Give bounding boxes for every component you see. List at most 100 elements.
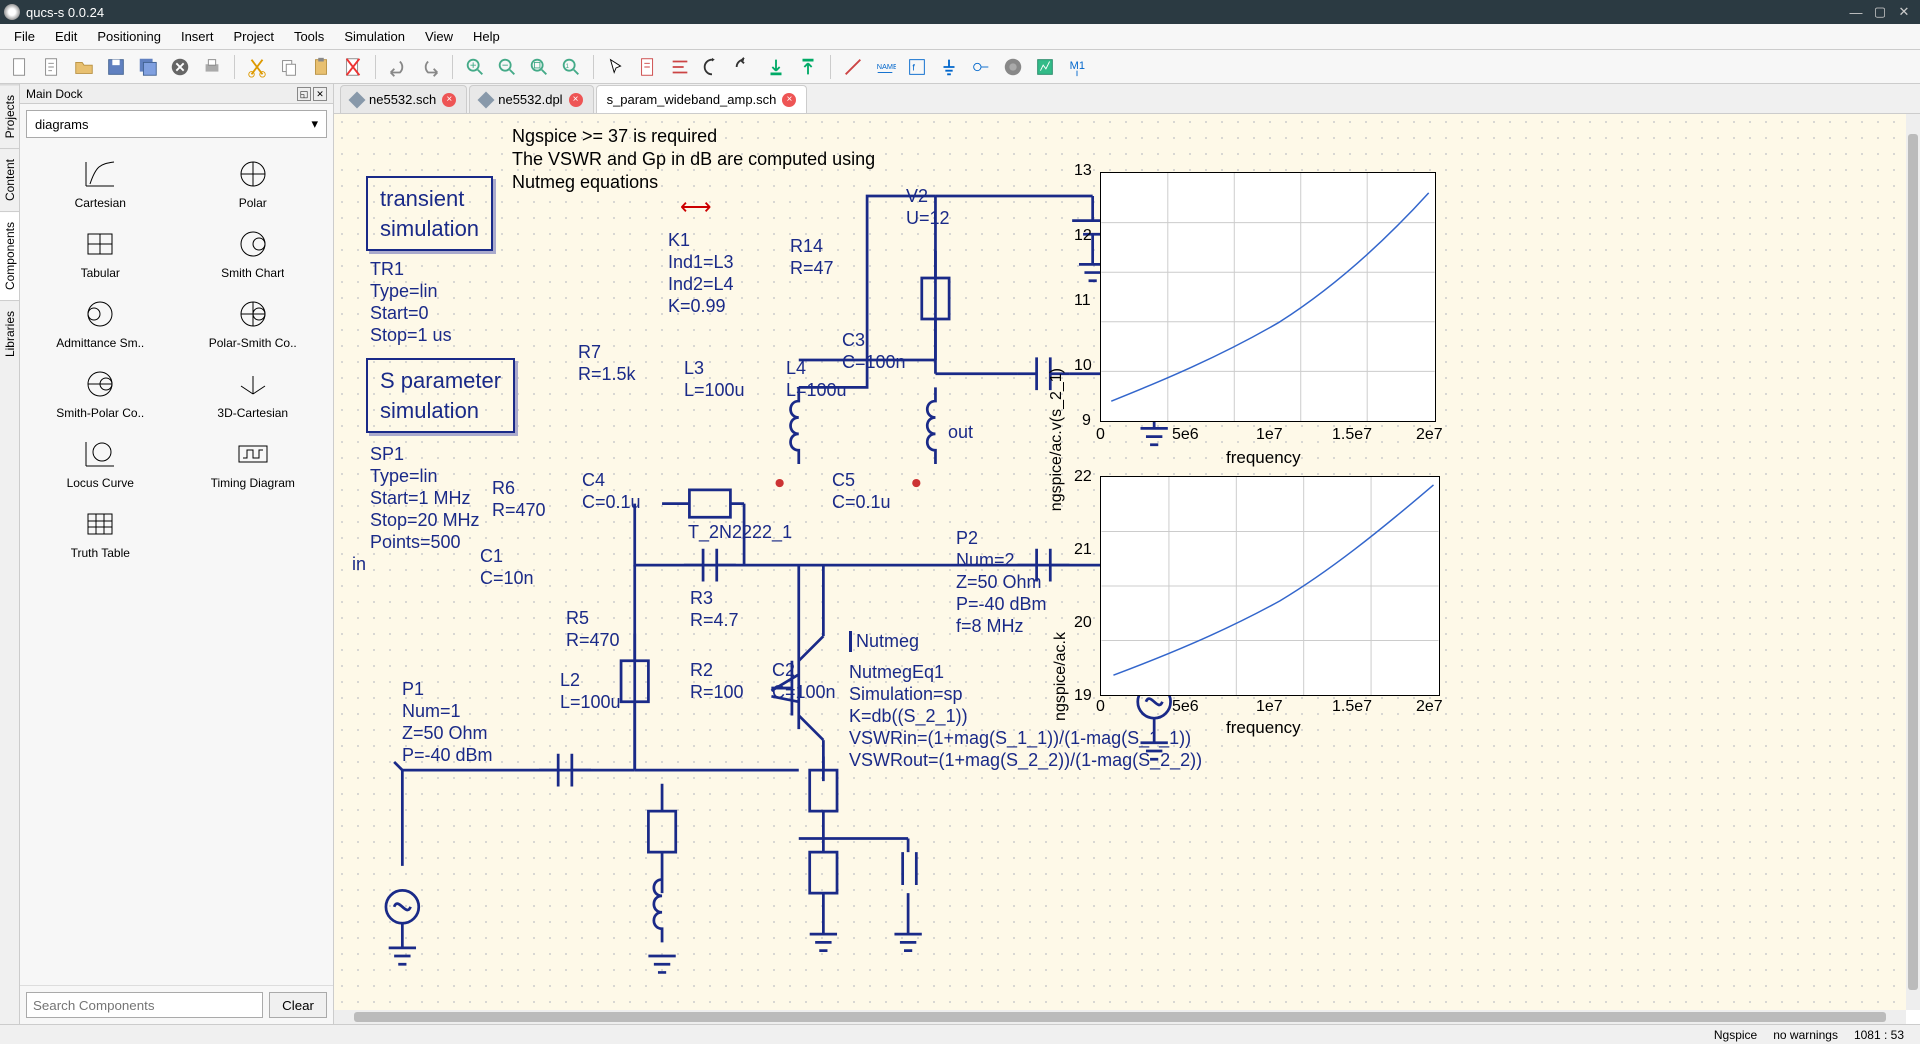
save-button[interactable]	[102, 53, 130, 81]
comp-locus[interactable]: Locus Curve	[26, 430, 175, 496]
plot-top[interactable]	[1100, 172, 1436, 422]
side-tabs: Projects Content Components Libraries	[0, 84, 20, 1024]
tab-close-icon[interactable]: ×	[569, 93, 583, 107]
rotate-button[interactable]	[730, 53, 758, 81]
app-icon	[4, 4, 20, 20]
redo-button[interactable]	[416, 53, 444, 81]
comp-truth[interactable]: Truth Table	[26, 500, 175, 566]
main-dock: Main Dock ◱ ✕ diagrams ▾ Cartesian Polar…	[20, 84, 334, 1024]
dock-search-bar: Clear	[20, 985, 333, 1024]
wire-label-button[interactable]: NAME	[871, 53, 899, 81]
menu-edit[interactable]: Edit	[45, 26, 87, 47]
menu-project[interactable]: Project	[223, 26, 283, 47]
close-button[interactable]: ✕	[1892, 2, 1916, 22]
insert-port-button[interactable]	[967, 53, 995, 81]
menu-help[interactable]: Help	[463, 26, 510, 47]
zoom-out-button[interactable]	[493, 53, 521, 81]
tab-bar: ne5532.sch× ne5532.dpl× s_param_wideband…	[334, 84, 1920, 114]
menu-view[interactable]: View	[415, 26, 463, 47]
marker-button[interactable]: M1	[1063, 53, 1091, 81]
paste-button[interactable]	[307, 53, 335, 81]
wire-tool-button[interactable]	[839, 53, 867, 81]
menu-insert[interactable]: Insert	[171, 26, 224, 47]
status-bar: Ngspice no warnings 1081 : 53	[0, 1024, 1920, 1044]
dock-float-button[interactable]: ◱	[297, 87, 311, 101]
plot-bottom[interactable]	[1100, 476, 1440, 696]
tab-ne5532-dpl[interactable]: ne5532.dpl×	[469, 85, 593, 113]
horizontal-scrollbar[interactable]	[334, 1010, 1906, 1024]
search-input[interactable]	[26, 992, 263, 1018]
doc-icon	[478, 91, 495, 108]
schematic-canvas[interactable]: Ngspice >= 37 is required The VSWR and G…	[334, 114, 1906, 1010]
new-file-button[interactable]	[6, 53, 34, 81]
open-button[interactable]	[70, 53, 98, 81]
mirror-button[interactable]	[698, 53, 726, 81]
comp-admittance[interactable]: Admittance Sm..	[26, 290, 175, 356]
sidetab-components[interactable]: Components	[0, 211, 19, 300]
insert-ground-button[interactable]	[935, 53, 963, 81]
edit-props-button[interactable]	[634, 53, 662, 81]
comp-smith-polar[interactable]: Smith-Polar Co..	[26, 360, 175, 426]
category-value: diagrams	[35, 117, 88, 132]
into-subcircuit-button[interactable]	[762, 53, 790, 81]
comp-cartesian[interactable]: Cartesian	[26, 150, 175, 216]
svg-text:1: 1	[566, 62, 570, 69]
simulate-button[interactable]	[999, 53, 1027, 81]
clear-button[interactable]: Clear	[269, 992, 327, 1018]
minimize-button[interactable]: —	[1844, 2, 1868, 22]
svg-text:NAME: NAME	[877, 61, 896, 70]
menu-positioning[interactable]: Positioning	[87, 26, 171, 47]
comp-3d[interactable]: 3D-Cartesian	[179, 360, 328, 426]
zoom-fit-button[interactable]	[525, 53, 553, 81]
status-sim: Ngspice	[1714, 1028, 1757, 1042]
close-file-button[interactable]	[166, 53, 194, 81]
tab-close-icon[interactable]: ×	[442, 93, 456, 107]
chevron-down-icon: ▾	[311, 116, 318, 132]
sidetab-projects[interactable]: Projects	[0, 84, 19, 148]
svg-text:f: f	[912, 62, 915, 72]
new-text-button[interactable]	[38, 53, 66, 81]
menu-bar: File Edit Positioning Insert Project Too…	[0, 24, 1920, 50]
status-warnings: no warnings	[1773, 1028, 1838, 1042]
sidetab-content[interactable]: Content	[0, 148, 19, 211]
title-bar: qucs-s 0.0.24 — ▢ ✕	[0, 0, 1920, 24]
main-area: Projects Content Components Libraries Ma…	[0, 84, 1920, 1024]
menu-simulation[interactable]: Simulation	[334, 26, 415, 47]
tab-close-icon[interactable]: ×	[782, 93, 796, 107]
copy-button[interactable]	[275, 53, 303, 81]
cut-button[interactable]	[243, 53, 271, 81]
component-category-select[interactable]: diagrams ▾	[26, 110, 327, 138]
menu-file[interactable]: File	[4, 26, 45, 47]
align-button[interactable]	[666, 53, 694, 81]
zoom-in-button[interactable]	[461, 53, 489, 81]
toolbar: 1 NAME f M1	[0, 50, 1920, 84]
select-tool-button[interactable]	[602, 53, 630, 81]
comp-tabular[interactable]: Tabular	[26, 220, 175, 286]
tab-s-param[interactable]: s_param_wideband_amp.sch×	[596, 85, 808, 113]
window-title: qucs-s 0.0.24	[26, 5, 104, 20]
comp-polar[interactable]: Polar	[179, 150, 328, 216]
zoom-100-button[interactable]: 1	[557, 53, 585, 81]
vertical-scrollbar[interactable]	[1906, 114, 1920, 1010]
workspace: ne5532.sch× ne5532.dpl× s_param_wideband…	[334, 84, 1920, 1024]
dock-title-bar: Main Dock ◱ ✕	[20, 84, 333, 104]
svg-text:M1: M1	[1070, 59, 1085, 71]
dock-title: Main Dock	[26, 87, 83, 101]
show-results-button[interactable]	[1031, 53, 1059, 81]
save-all-button[interactable]	[134, 53, 162, 81]
tab-ne5532-sch[interactable]: ne5532.sch×	[340, 85, 467, 113]
menu-tools[interactable]: Tools	[284, 26, 334, 47]
delete-button[interactable]	[339, 53, 367, 81]
dock-close-button[interactable]: ✕	[313, 87, 327, 101]
popup-button[interactable]	[794, 53, 822, 81]
canvas-wrap: Ngspice >= 37 is required The VSWR and G…	[334, 114, 1920, 1024]
maximize-button[interactable]: ▢	[1868, 2, 1892, 22]
comp-timing[interactable]: Timing Diagram	[179, 430, 328, 496]
print-button[interactable]	[198, 53, 226, 81]
undo-button[interactable]	[384, 53, 412, 81]
sidetab-libraries[interactable]: Libraries	[0, 300, 19, 367]
comp-polar-smith[interactable]: Polar-Smith Co..	[179, 290, 328, 356]
comp-smith[interactable]: Smith Chart	[179, 220, 328, 286]
insert-equation-button[interactable]: f	[903, 53, 931, 81]
component-grid: Cartesian Polar Tabular Smith Chart Admi…	[20, 144, 333, 985]
